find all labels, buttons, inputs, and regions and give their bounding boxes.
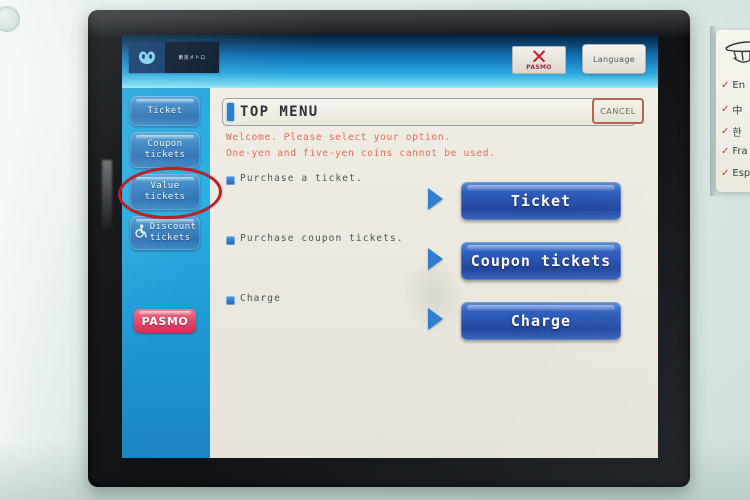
language-option-french[interactable]: ✓ Fra bbox=[721, 146, 748, 157]
metro-wordmark-text: 東京メトロ bbox=[178, 55, 206, 61]
option-row-charge: Charge Charge bbox=[210, 293, 658, 342]
metro-wordmark: 東京メトロ bbox=[165, 42, 219, 73]
button-glint bbox=[467, 245, 615, 251]
language-button[interactable]: Language bbox=[582, 44, 646, 74]
pasmo-not-accepted-badge: ✕ PASMO bbox=[512, 46, 566, 74]
language-option-english-label: En bbox=[732, 80, 746, 91]
option-bullet-icon bbox=[226, 236, 235, 245]
language-option-korean[interactable]: ✓ 한 bbox=[721, 124, 742, 139]
wheelchair-icon bbox=[134, 224, 147, 242]
title-accent-bar bbox=[227, 103, 234, 121]
check-icon: ✓ bbox=[721, 146, 730, 157]
screen-header: 東京メトロ ✕ PASMO Language bbox=[122, 34, 658, 88]
button-glint bbox=[467, 305, 615, 311]
pasmo-x-label: PASMO bbox=[526, 64, 552, 71]
sidebar-item-coupon-tickets[interactable]: Coupon tickets bbox=[130, 132, 200, 168]
button-glint bbox=[136, 135, 194, 139]
check-icon: ✓ bbox=[721, 168, 730, 179]
monitor-bezel: 東京メトロ ✕ PASMO Language Ticket Coupon tic… bbox=[88, 10, 690, 487]
pointing-hand-icon bbox=[722, 36, 750, 70]
language-option-english[interactable]: ✓ En bbox=[721, 80, 745, 91]
language-option-spanish-label: Esp bbox=[732, 168, 750, 179]
language-option-french-label: Fra bbox=[732, 146, 748, 157]
language-option-chinese[interactable]: ✓ 中 bbox=[721, 102, 742, 117]
language-option-korean-label: 한 bbox=[732, 128, 742, 139]
sidebar-item-discount-line1: Discount bbox=[149, 222, 197, 232]
sidebar-item-ticket[interactable]: Ticket bbox=[130, 96, 200, 126]
button-glint bbox=[136, 219, 194, 223]
tokyo-metro-logo: 東京メトロ bbox=[129, 42, 219, 73]
main-panel: TOP MENU CANCEL Welcome. Please select y… bbox=[210, 88, 658, 458]
charge-button-label: Charge bbox=[510, 312, 572, 330]
pasmo-logo-text: PASMO bbox=[141, 314, 189, 328]
sidebar: Ticket Coupon tickets Value tickets Disc… bbox=[122, 88, 211, 458]
cancel-button[interactable]: CANCEL bbox=[592, 98, 644, 124]
button-glint bbox=[467, 185, 615, 191]
page-title: TOP MENU bbox=[240, 104, 319, 120]
arrow-right-icon bbox=[428, 248, 443, 270]
ticket-button-label: Ticket bbox=[510, 192, 572, 210]
sidebar-item-coupon-line1: Coupon bbox=[147, 139, 183, 149]
option-bullet-icon bbox=[226, 176, 235, 185]
sidebar-item-ticket-label: Ticket bbox=[147, 105, 183, 116]
touch-screen[interactable]: 東京メトロ ✕ PASMO Language Ticket Coupon tic… bbox=[122, 34, 658, 458]
ticket-button[interactable]: Ticket bbox=[461, 182, 621, 220]
check-icon: ✓ bbox=[721, 80, 730, 91]
sidebar-item-discount-tickets[interactable]: Discount tickets bbox=[130, 216, 200, 250]
check-icon: ✓ bbox=[721, 104, 730, 115]
body-screw bbox=[0, 6, 20, 32]
language-card: ✓ En ✓ 中 ✓ 한 ✓ Fra ✓ Esp bbox=[716, 30, 750, 192]
option-label-charge: Charge bbox=[240, 293, 281, 304]
sidebar-item-coupon-line2: tickets bbox=[144, 150, 186, 160]
language-option-spanish[interactable]: ✓ Esp bbox=[721, 168, 750, 179]
body-light-sheen bbox=[0, 0, 100, 500]
option-bullet-icon bbox=[226, 296, 235, 305]
option-label-ticket: Purchase a ticket. bbox=[240, 173, 363, 184]
coupon-tickets-button[interactable]: Coupon tickets bbox=[461, 242, 621, 280]
pasmo-logo: PASMO bbox=[134, 309, 196, 333]
sidebar-item-discount-line2: tickets bbox=[149, 233, 191, 243]
check-icon: ✓ bbox=[721, 126, 730, 137]
arrow-right-icon bbox=[428, 308, 443, 330]
notice-line-1: Welcome. Please select your option. bbox=[226, 132, 451, 143]
cancel-button-label: CANCEL bbox=[600, 106, 636, 116]
logo-glint bbox=[139, 311, 191, 315]
coupon-tickets-button-label: Coupon tickets bbox=[470, 252, 612, 270]
bezel-glint bbox=[102, 160, 112, 230]
metro-m-icon bbox=[129, 42, 165, 73]
option-row-ticket: Purchase a ticket. Ticket bbox=[210, 173, 658, 222]
option-label-coupon-tickets: Purchase coupon tickets. bbox=[240, 233, 404, 244]
option-row-coupon-tickets: Purchase coupon tickets. Coupon tickets bbox=[210, 233, 658, 282]
language-button-label: Language bbox=[593, 54, 635, 64]
charge-button[interactable]: Charge bbox=[461, 302, 621, 340]
notice-line-2: One-yen and five-yen coins cannot be use… bbox=[226, 148, 496, 159]
arrow-right-icon bbox=[428, 188, 443, 210]
language-option-chinese-label: 中 bbox=[732, 106, 743, 117]
button-glint bbox=[136, 99, 194, 103]
title-bar: TOP MENU bbox=[222, 98, 636, 126]
